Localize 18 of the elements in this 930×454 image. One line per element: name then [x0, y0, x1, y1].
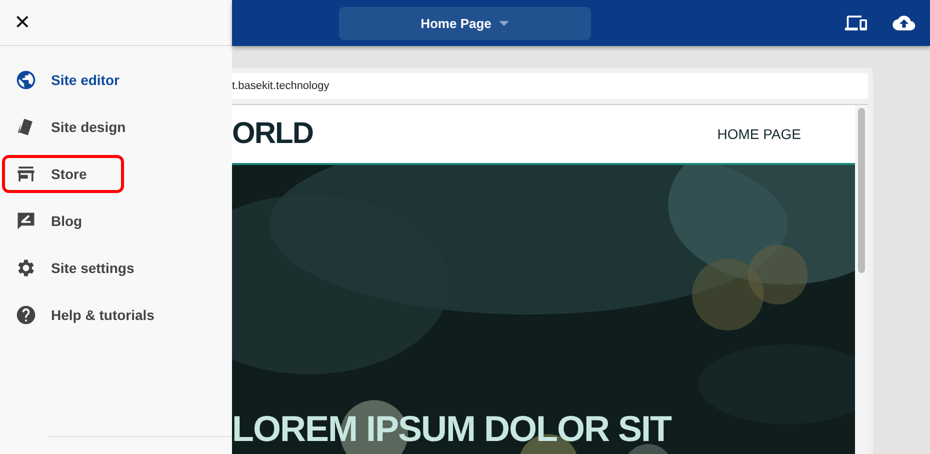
- globe-icon: [15, 69, 37, 91]
- sidebar-item[interactable]: Blog: [2, 202, 120, 240]
- sidebar-item[interactable]: Site settings: [2, 249, 172, 287]
- sidebar-item[interactable]: Site design: [2, 108, 163, 146]
- sidebar-item[interactable]: Site editor: [2, 61, 156, 99]
- nav-link[interactable]: HOME PAGE: [717, 126, 801, 142]
- sidebar-item[interactable]: Store: [2, 155, 124, 193]
- scrollbar[interactable]: [855, 105, 868, 454]
- help-icon: [15, 304, 37, 326]
- close-button[interactable]: ✕: [10, 10, 35, 35]
- settings-icon: [15, 257, 37, 279]
- page-selector[interactable]: Home Page: [339, 6, 591, 40]
- sidebar-item[interactable]: Help & tutorials: [2, 296, 192, 334]
- caret-icon: [499, 20, 510, 26]
- site-logo: ORLD: [232, 117, 313, 151]
- hero-heading: LOREM IPSUM DOLOR SIT: [232, 408, 672, 450]
- chat-pen-icon: [15, 210, 37, 232]
- url-field[interactable]: t.basekit.technology: [232, 73, 868, 99]
